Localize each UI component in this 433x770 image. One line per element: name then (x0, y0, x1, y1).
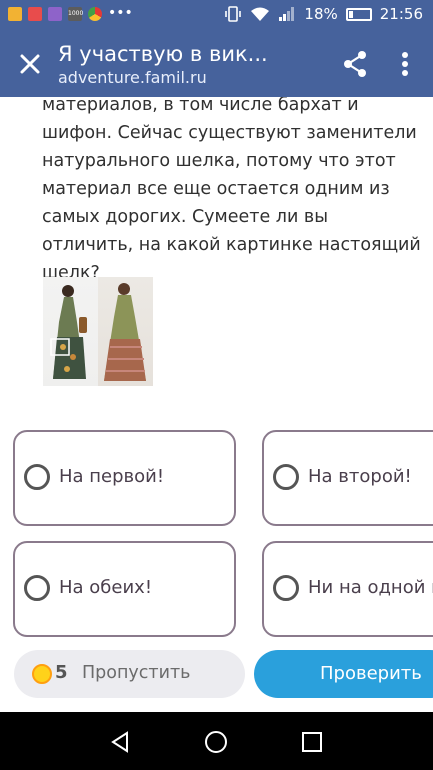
notification-icons: 1000 ••• (8, 5, 133, 21)
check-button[interactable]: Проверить (254, 650, 433, 698)
more-options-button[interactable] (392, 47, 418, 81)
photo-second-dress (98, 277, 153, 386)
check-label: Проверить (320, 663, 422, 684)
skip-button[interactable]: 5 Пропустить (14, 650, 245, 698)
close-button[interactable] (14, 48, 46, 80)
photo-first-dress (43, 277, 98, 386)
news-icon: 1000 (68, 7, 83, 21)
answer-option-2[interactable]: На второй! (262, 430, 433, 526)
quiz-page: 1000 ••• 18% 21:56 Я участвую в вик... a… (0, 0, 433, 770)
recents-icon[interactable] (301, 731, 323, 753)
answer-option-1[interactable]: На первой! (13, 430, 236, 526)
gallery-icon (48, 7, 62, 21)
system-status: 18% 21:56 (224, 5, 423, 23)
close-icon (20, 54, 40, 74)
home-icon[interactable] (204, 730, 228, 754)
answer-label: На второй! (308, 466, 412, 487)
page-title: Я участвую в вик... (58, 42, 268, 66)
answer-label: На обеих! (59, 577, 153, 598)
quiz-content: материалов, в том числе бархат и шифон. … (0, 97, 433, 712)
radio-circle (24, 464, 50, 490)
back-icon[interactable] (108, 730, 132, 754)
vibrate-icon (225, 6, 242, 22)
clock: 21:56 (379, 5, 423, 23)
mail-icon (28, 7, 42, 21)
battery-percent: 18% (304, 5, 338, 23)
skip-label: Пропустить (82, 663, 191, 683)
radio-circle (273, 464, 299, 490)
answer-label: Ни на одной и (308, 577, 433, 598)
system-nav-bar (0, 712, 433, 770)
signal-icon (279, 7, 295, 21)
answer-label: На первой! (59, 466, 165, 487)
more-dots-icon: ••• (108, 5, 133, 21)
radio-circle (273, 575, 299, 601)
coin-count: 5 (55, 662, 68, 683)
radio-circle (24, 575, 50, 601)
answer-option-3[interactable]: На обеих! (13, 541, 236, 637)
status-bar: 1000 ••• 18% 21:56 (0, 0, 433, 30)
more-vertical-icon (402, 52, 408, 76)
app-bar: Я участвую в вик... adventure.famil.ru (0, 30, 433, 97)
wifi-icon (251, 7, 270, 21)
page-url: adventure.famil.ru (58, 68, 207, 87)
battery-icon (345, 7, 372, 21)
answer-option-4[interactable]: Ни на одной и (262, 541, 433, 637)
question-images[interactable] (43, 277, 153, 386)
share-icon (344, 51, 366, 77)
app-notification-icon (8, 7, 22, 21)
question-text: материалов, в том числе бархат и шифон. … (42, 97, 421, 283)
coin-icon (32, 664, 52, 684)
share-button[interactable] (338, 47, 372, 81)
chrome-icon (88, 7, 102, 21)
